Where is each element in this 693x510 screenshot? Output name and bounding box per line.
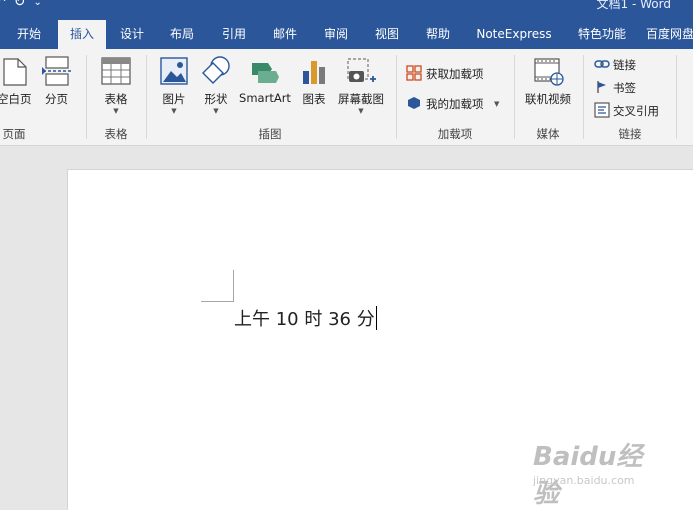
group-separator [146, 55, 147, 139]
group-label-tables: 表格 [104, 127, 128, 141]
document-title: 文档1 - Word [596, 0, 671, 11]
link-icon[interactable] [594, 57, 610, 71]
smartart-button[interactable]: SmartArt [239, 91, 291, 105]
blank-page-icon[interactable] [2, 57, 28, 87]
page-break-button[interactable]: 分页 [45, 91, 68, 107]
tab-layout[interactable]: 布局 [158, 20, 206, 49]
group-label-pages: 页面 [2, 127, 26, 141]
group-separator [676, 55, 677, 139]
title-bar: ↶ ↻ ⌄ 文档1 - Word [0, 0, 693, 20]
ribbon-tab-bar: 开始 插入 设计 布局 引用 邮件 审阅 视图 帮助 NoteExpress 特… [0, 20, 693, 49]
shapes-icon[interactable] [201, 55, 231, 85]
shapes-dropdown-icon[interactable]: ▼ [213, 107, 218, 115]
online-video-button[interactable]: 联机视频 [525, 91, 571, 107]
group-separator [583, 55, 584, 139]
tab-design[interactable]: 设计 [108, 20, 156, 49]
tab-home[interactable]: 开始 [0, 20, 58, 49]
group-label-links: 链接 [618, 127, 642, 141]
bookmark-button[interactable]: 书签 [613, 80, 636, 96]
table-button[interactable]: 表格 [105, 91, 128, 107]
cross-reference-button[interactable]: 交叉引用 [613, 103, 659, 119]
tab-insert[interactable]: 插入 [58, 20, 106, 49]
online-video-icon[interactable] [533, 57, 565, 87]
picture-icon[interactable] [160, 57, 188, 85]
group-separator [86, 55, 87, 139]
blank-page-button[interactable]: 空白页 [0, 91, 32, 107]
tab-view[interactable]: 视图 [363, 20, 411, 49]
group-separator [514, 55, 515, 139]
tab-baidu-netdisk[interactable]: 百度网盘 [646, 20, 693, 49]
pictures-dropdown-icon[interactable]: ▼ [171, 107, 176, 115]
watermark-url: jingyan.baidu.com [533, 474, 635, 487]
table-icon[interactable] [101, 57, 131, 85]
group-label-illustrations: 插图 [258, 127, 282, 141]
ribbon: 空白页 分页 页面 表格 ▼ 表格 图片 ▼ 形状 ▼ SmartArt 图表 … [0, 49, 693, 146]
redo-icon[interactable]: ↻ [14, 0, 26, 10]
text-cursor [375, 306, 377, 330]
screenshot-icon[interactable] [346, 57, 376, 87]
document-text: 上午 10 时 36 分 [234, 309, 375, 330]
group-separator [396, 55, 397, 139]
tab-review[interactable]: 审阅 [312, 20, 360, 49]
group-label-media: 媒体 [536, 127, 560, 141]
cross-reference-icon[interactable] [594, 102, 610, 118]
table-dropdown-icon[interactable]: ▼ [113, 107, 118, 115]
tab-help[interactable]: 帮助 [414, 20, 462, 49]
baidu-watermark: Baidu经验 jingyan.baidu.com [533, 432, 663, 509]
my-addins-dropdown-icon[interactable]: ▼ [494, 100, 499, 108]
tab-noteexpress[interactable]: NoteExpress [470, 20, 558, 49]
tab-mailings[interactable]: 邮件 [261, 20, 309, 49]
quick-access-toolbar: ↶ ↻ ⌄ [0, 0, 42, 10]
get-addins-icon[interactable] [406, 65, 422, 81]
margin-corner-mark-vertical [233, 270, 234, 302]
tab-references[interactable]: 引用 [210, 20, 258, 49]
pictures-button[interactable]: 图片 [163, 91, 186, 107]
document-body-text[interactable]: 上午 10 时 36 分 [234, 305, 377, 331]
watermark-text: Baidu经验 [533, 442, 643, 509]
margin-corner-mark-horizontal [201, 301, 233, 302]
group-label-addins: 加载项 [437, 127, 473, 141]
screenshot-button[interactable]: 屏幕截图 [338, 91, 384, 107]
tab-special-features[interactable]: 特色功能 [570, 20, 634, 49]
shapes-button[interactable]: 形状 [205, 91, 228, 107]
get-addins-button[interactable]: 获取加载项 [426, 66, 484, 82]
chart-button[interactable]: 图表 [303, 91, 326, 107]
chart-icon[interactable] [301, 57, 327, 85]
my-addins-icon[interactable] [406, 95, 422, 111]
customize-qat-icon[interactable]: ⌄ [33, 0, 41, 10]
screenshot-dropdown-icon[interactable]: ▼ [358, 107, 363, 115]
undo-icon[interactable]: ↶ [0, 0, 6, 10]
link-button[interactable]: 链接 [613, 57, 636, 73]
smartart-icon[interactable] [250, 59, 280, 85]
bookmark-icon[interactable] [596, 80, 608, 94]
page-break-icon[interactable] [42, 55, 72, 87]
my-addins-button[interactable]: 我的加载项 [426, 96, 484, 112]
